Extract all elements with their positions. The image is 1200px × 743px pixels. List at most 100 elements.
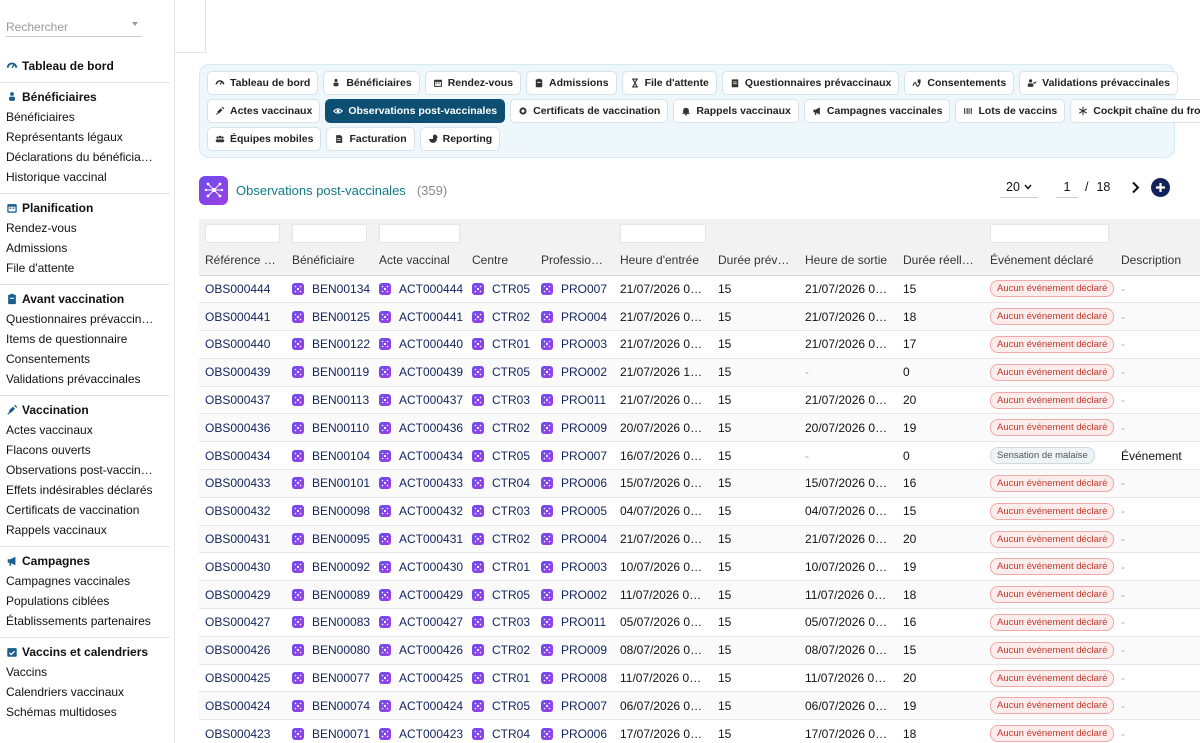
cell-center[interactable]: CTR01 — [466, 664, 535, 693]
center-link[interactable]: CTR05 — [492, 699, 530, 713]
cell-professional[interactable]: PRO004 — [535, 302, 614, 332]
center-link[interactable]: CTR05 — [492, 449, 530, 463]
cell-vaccination-act[interactable]: ACT000424 — [373, 691, 466, 721]
cell-center[interactable]: CTR03 — [466, 497, 535, 526]
table-row[interactable]: OBS000439 BEN00119 ACT000439 CTR05 PRO00… — [199, 358, 1200, 387]
sidebar-heading-vaccination[interactable]: Vaccination — [0, 399, 170, 420]
cell-vaccination-act[interactable]: ACT000429 — [373, 580, 466, 610]
table-row[interactable]: OBS000430 BEN00092 ACT000430 CTR01 PRO00… — [199, 552, 1200, 582]
center-link[interactable]: CTR04 — [492, 727, 530, 741]
vaccination-act-link[interactable]: ACT000432 — [399, 504, 463, 518]
table-row[interactable]: OBS000426 BEN00080 ACT000426 CTR02 PRO00… — [199, 636, 1200, 665]
center-link[interactable]: CTR02 — [492, 532, 530, 546]
sidebar-heading-campagnes[interactable]: Campagnes — [0, 550, 170, 571]
sidebar-item-beneficiaires[interactable]: Bénéficiaires — [0, 107, 170, 127]
professional-link[interactable]: PRO004 — [561, 310, 607, 324]
cell-beneficiary[interactable]: BEN00074 — [286, 691, 373, 721]
center-link[interactable]: CTR01 — [492, 337, 530, 351]
cell-vaccination-act[interactable]: ACT000441 — [373, 302, 466, 332]
beneficiary-link[interactable]: BEN00110 — [312, 421, 369, 435]
cell-center[interactable]: CTR03 — [466, 608, 535, 637]
search-field[interactable] — [6, 17, 142, 37]
vaccination-act-link[interactable]: ACT000434 — [399, 449, 463, 463]
table-row[interactable]: OBS000429 BEN00089 ACT000429 CTR05 PRO00… — [199, 580, 1200, 610]
cell-reference[interactable]: OBS000430 — [199, 552, 286, 582]
professional-link[interactable]: PRO011 — [561, 615, 606, 629]
reference-link[interactable]: OBS000444 — [205, 282, 270, 296]
column-header-evenement-declare[interactable]: Événement déclaré — [984, 245, 1115, 276]
cell-beneficiary[interactable]: BEN00077 — [286, 664, 373, 693]
reference-link[interactable]: OBS000437 — [205, 393, 270, 407]
column-filter-input[interactable] — [205, 224, 280, 243]
professional-link[interactable]: PRO002 — [561, 588, 607, 602]
tab-reporting[interactable]: Reporting — [419, 127, 501, 151]
tab-validations-prevaccinales[interactable]: Validations prévaccinales — [1019, 71, 1178, 95]
cell-professional[interactable]: PRO008 — [535, 664, 614, 693]
cell-vaccination-act[interactable]: ACT000439 — [373, 358, 466, 387]
table-row[interactable]: OBS000441 BEN00125 ACT000441 CTR02 PRO00… — [199, 302, 1200, 332]
cell-professional[interactable]: PRO011 — [535, 608, 614, 637]
table-row[interactable]: OBS000436 BEN00110 ACT000436 CTR02 PRO00… — [199, 413, 1200, 443]
table-row[interactable]: OBS000427 BEN00083 ACT000427 CTR03 PRO01… — [199, 608, 1200, 637]
vaccination-act-link[interactable]: ACT000444 — [399, 282, 463, 296]
sidebar-item-representants-legaux[interactable]: Représentants légaux — [0, 127, 170, 147]
beneficiary-link[interactable]: BEN00080 — [312, 643, 370, 657]
sidebar-item-validations-prevaccinales[interactable]: Validations prévaccinales — [0, 369, 170, 389]
cell-professional[interactable]: PRO003 — [535, 330, 614, 359]
column-header-reference-o[interactable]: Référence o… — [199, 245, 286, 276]
cell-reference[interactable]: OBS000444 — [199, 275, 286, 304]
vaccination-act-link[interactable]: ACT000423 — [399, 727, 463, 741]
sidebar-item-items-de-questionnaire[interactable]: Items de questionnaire — [0, 329, 170, 349]
center-link[interactable]: CTR01 — [492, 671, 530, 685]
cell-vaccination-act[interactable]: ACT000425 — [373, 664, 466, 693]
professional-link[interactable]: PRO007 — [561, 699, 607, 713]
tab-cockpit-chaine-du-froid[interactable]: Cockpit chaîne du froid — [1070, 99, 1200, 123]
cell-reference[interactable]: OBS000429 — [199, 580, 286, 610]
sidebar-item-populations-ciblees[interactable]: Populations ciblées — [0, 591, 170, 611]
reference-link[interactable]: OBS000430 — [205, 560, 270, 574]
professional-link[interactable]: PRO007 — [561, 282, 607, 296]
cell-professional[interactable]: PRO009 — [535, 413, 614, 443]
table-row[interactable]: OBS000425 BEN00077 ACT000425 CTR01 PRO00… — [199, 664, 1200, 693]
cell-center[interactable]: CTR05 — [466, 580, 535, 610]
cell-center[interactable]: CTR05 — [466, 275, 535, 304]
vaccination-act-link[interactable]: ACT000433 — [399, 476, 463, 490]
cell-reference[interactable]: OBS000427 — [199, 608, 286, 637]
vaccination-act-link[interactable]: ACT000431 — [399, 532, 463, 546]
sidebar-item-questionnaires-prevaccin[interactable]: Questionnaires prévaccin… — [0, 309, 170, 329]
current-page-input[interactable]: 1 — [1056, 176, 1078, 198]
cell-professional[interactable]: PRO011 — [535, 386, 614, 415]
tab-actes-vaccinaux[interactable]: Actes vaccinaux — [207, 99, 321, 123]
sidebar-item-campagnes-vaccinales[interactable]: Campagnes vaccinales — [0, 571, 170, 591]
cell-center[interactable]: CTR05 — [466, 358, 535, 387]
column-header-description[interactable]: Description — [1115, 245, 1200, 276]
professional-link[interactable]: PRO009 — [561, 643, 607, 657]
cell-reference[interactable]: OBS000436 — [199, 413, 286, 443]
professional-link[interactable]: PRO006 — [561, 727, 607, 741]
cell-vaccination-act[interactable]: ACT000426 — [373, 636, 466, 665]
cell-beneficiary[interactable]: BEN00089 — [286, 580, 373, 610]
center-link[interactable]: CTR03 — [492, 615, 530, 629]
reference-link[interactable]: OBS000429 — [205, 588, 270, 602]
cell-vaccination-act[interactable]: ACT000440 — [373, 330, 466, 359]
sidebar-item-flacons-ouverts[interactable]: Flacons ouverts — [0, 440, 170, 460]
cell-vaccination-act[interactable]: ACT000444 — [373, 275, 466, 304]
vaccination-act-link[interactable]: ACT000440 — [399, 337, 463, 351]
column-header-centre[interactable]: Centre — [466, 245, 535, 276]
center-link[interactable]: CTR05 — [492, 588, 530, 602]
sidebar-item-schemas-multidoses[interactable]: Schémas multidoses — [0, 702, 170, 722]
vaccination-act-link[interactable]: ACT000436 — [399, 421, 463, 435]
professional-link[interactable]: PRO004 — [561, 532, 607, 546]
cell-vaccination-act[interactable]: ACT000436 — [373, 413, 466, 443]
sidebar-heading-beneficiaires[interactable]: Bénéficiaires — [0, 86, 170, 107]
cell-vaccination-act[interactable]: ACT000432 — [373, 497, 466, 526]
cell-professional[interactable]: PRO005 — [535, 497, 614, 526]
tab-file-d-attente[interactable]: File d'attente — [621, 71, 717, 95]
cell-beneficiary[interactable]: BEN00122 — [286, 330, 373, 359]
beneficiary-link[interactable]: BEN00089 — [312, 588, 370, 602]
cell-reference[interactable]: OBS000437 — [199, 386, 286, 415]
cell-center[interactable]: CTR01 — [466, 330, 535, 359]
center-link[interactable]: CTR04 — [492, 476, 530, 490]
sidebar-item-admissions[interactable]: Admissions — [0, 238, 170, 258]
beneficiary-link[interactable]: BEN00101 — [312, 476, 370, 490]
